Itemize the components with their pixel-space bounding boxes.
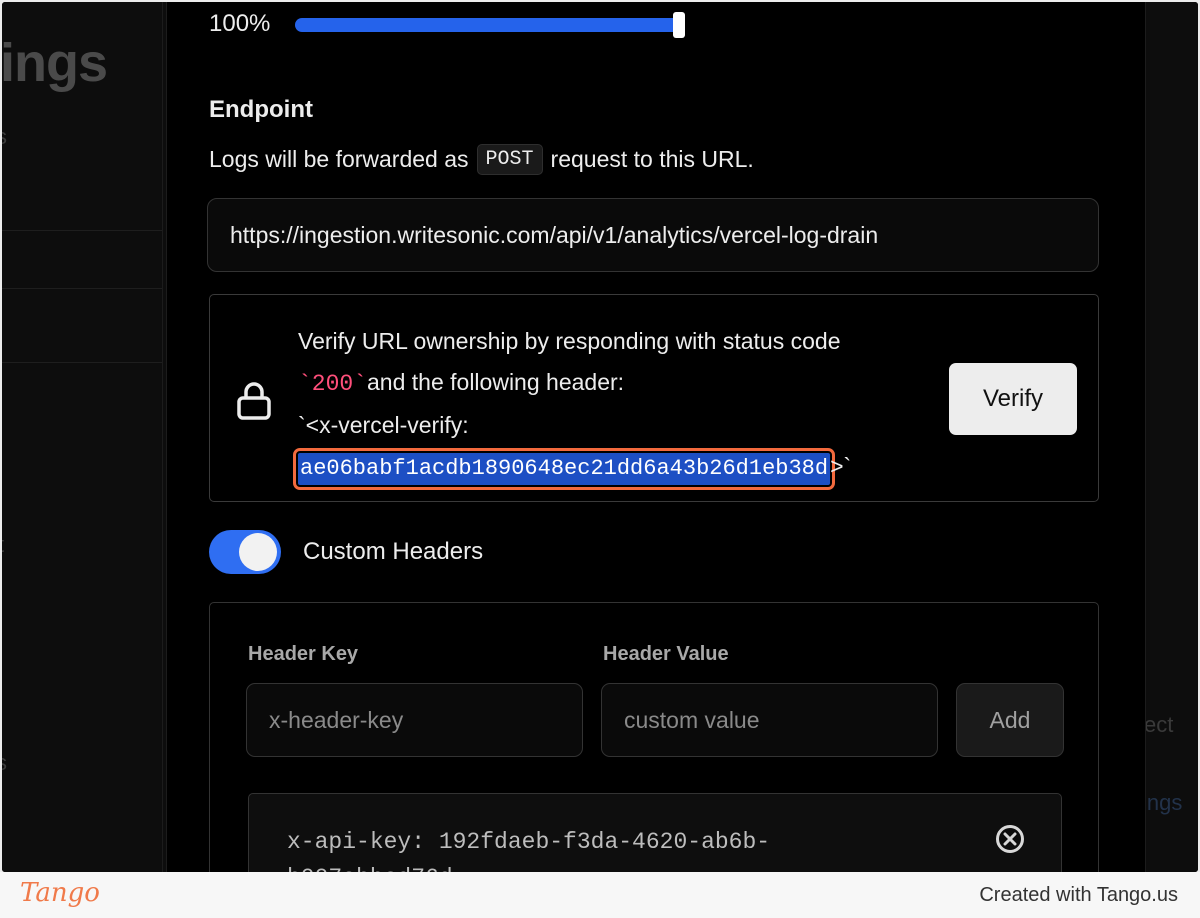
custom-headers-label: Custom Headers — [303, 538, 484, 565]
http-method-code: POST — [476, 144, 543, 175]
background-text: ect — [1144, 712, 1174, 737]
sampling-rate-label: 100% — [209, 10, 271, 37]
verification-line: and the following header: — [367, 369, 625, 395]
custom-headers-panel: Header Key Header Value Add x-api-key: 1… — [209, 602, 1099, 872]
add-header-button[interactable]: Add — [956, 683, 1064, 757]
sampling-rate-slider[interactable] — [295, 18, 680, 32]
header-key-label: Header Key — [248, 643, 359, 665]
custom-header-text: x-api-key: 192fdaeb-f3da-4620-ab6b-b007a… — [287, 829, 771, 872]
verification-line: Verify URL ownership by responding with … — [298, 328, 841, 354]
background-text: s — [2, 124, 7, 150]
lock-icon — [237, 382, 271, 420]
background-page-title: ttings — [2, 33, 108, 93]
background-link: ings — [1142, 790, 1183, 815]
background-text: s — [2, 750, 7, 776]
verification-instructions: Verify URL ownership by responding with … — [292, 321, 938, 490]
background-text: t — [2, 532, 4, 558]
close-circle-icon[interactable] — [995, 824, 1025, 854]
header-value-input[interactable] — [601, 683, 938, 757]
header-prefix: `<x-vercel-verify: — [298, 412, 469, 438]
verification-token[interactable]: ae06babf1acdb1890648ec21dd6a43b26d1eb38d — [292, 448, 836, 490]
status-code: `200` — [298, 371, 368, 397]
slider-handle[interactable] — [673, 12, 685, 38]
created-with-credit: Created with Tango.us — [979, 884, 1178, 906]
endpoint-heading: Endpoint — [209, 96, 313, 123]
endpoint-description-suffix: request to this URL. — [550, 146, 754, 172]
divider — [162, 2, 163, 872]
verify-button[interactable]: Verify — [949, 363, 1077, 435]
custom-headers-toggle[interactable] — [209, 530, 281, 574]
custom-header-item: x-api-key: 192fdaeb-f3da-4620-ab6b-b007a… — [248, 793, 1062, 872]
verification-panel: Verify URL ownership by responding with … — [209, 294, 1099, 502]
divider — [2, 362, 162, 363]
endpoint-description: Logs will be forwarded as POST request t… — [209, 144, 754, 175]
log-drain-modal: 100% Endpoint Logs will be forwarded as … — [166, 2, 1146, 872]
screenshot-frame: ttings s t s ect ings 100% Endpoint Logs… — [2, 2, 1198, 872]
header-value-label: Header Value — [603, 643, 729, 665]
header-key-input[interactable] — [246, 683, 583, 757]
endpoint-url-input[interactable]: https://ingestion.writesonic.com/api/v1/… — [207, 198, 1099, 272]
tango-logo: Tango — [20, 878, 100, 908]
header-suffix: >` — [830, 453, 852, 479]
divider — [2, 230, 162, 231]
footer-bar: Tango Created with Tango.us — [0, 872, 1200, 918]
toggle-knob — [239, 533, 277, 571]
divider — [2, 288, 162, 289]
endpoint-description-prefix: Logs will be forwarded as — [209, 146, 469, 172]
